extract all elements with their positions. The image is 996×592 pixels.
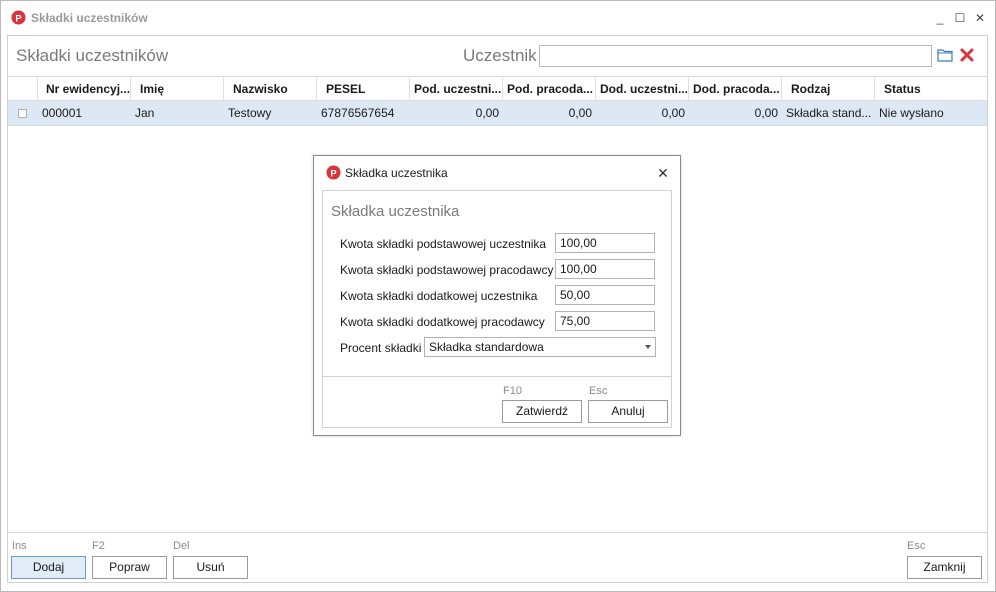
basic-participant-input[interactable] <box>555 233 655 253</box>
column-header-pesel[interactable]: PESEL <box>317 77 410 101</box>
basic-employer-label: Kwota składki podstawowej pracodawcy <box>340 263 554 277</box>
close-window-button[interactable]: ✕ <box>971 9 989 27</box>
cell-nr: 000001 <box>42 106 83 120</box>
minimize-button[interactable]: _ <box>931 9 949 27</box>
cell-additional-employer: 0,00 <box>754 106 778 120</box>
cell-type: Składka stand... <box>786 106 872 120</box>
contribution-dialog: P Składka uczestnika ✕ Składka uczestnik… <box>313 155 681 436</box>
column-header-first-name[interactable]: Imię <box>131 77 224 101</box>
close-button[interactable]: Zamknij <box>907 556 982 579</box>
column-header-last-name[interactable]: Nazwisko <box>224 77 317 101</box>
close-hotkey: Esc <box>907 540 926 552</box>
delete-button[interactable]: Usuń <box>173 556 248 579</box>
footer-divider <box>8 532 987 533</box>
window-title: Składki uczestników <box>31 11 148 25</box>
cell-last-name: Testowy <box>228 106 272 120</box>
participant-filter-input[interactable] <box>539 45 932 67</box>
column-header-type[interactable]: Rodzaj <box>782 77 875 101</box>
column-header-select[interactable] <box>8 77 38 101</box>
table-row[interactable]: 000001 Jan Testowy 67876567654 0,00 0,00… <box>8 101 987 126</box>
grid-header: Nr ewidencyj... Imię Nazwisko PESEL Pod.… <box>8 76 987 101</box>
column-header-basic-employer[interactable]: Pod. pracoda... <box>503 77 596 101</box>
dialog-heading: Składka uczestnika <box>331 203 460 220</box>
confirm-hotkey: F10 <box>503 385 522 397</box>
title-bar: P Składki uczestników _ ☐ ✕ <box>1 1 995 35</box>
percent-select-value: Składka standardowa <box>429 340 544 354</box>
dialog-logo-icon: P <box>326 165 341 180</box>
additional-participant-label: Kwota składki dodatkowej uczestnika <box>340 289 538 303</box>
participant-filter-label: Uczestnik <box>463 46 537 65</box>
svg-text:P: P <box>330 168 336 178</box>
percent-label: Procent składki <box>340 341 422 355</box>
cell-status: Nie wysłano <box>879 106 944 120</box>
cell-additional-participant: 0,00 <box>661 106 685 120</box>
column-header-nr[interactable]: Nr ewidencyj... <box>38 77 131 101</box>
basic-employer-input[interactable] <box>555 259 655 279</box>
add-button[interactable]: Dodaj <box>11 556 86 579</box>
app-logo-icon: P <box>11 10 26 25</box>
edit-hotkey: F2 <box>92 540 105 552</box>
dialog-title: Składka uczestnika <box>345 166 448 180</box>
dialog-close-icon[interactable]: ✕ <box>655 165 671 181</box>
basic-participant-label: Kwota składki podstawowej uczestnika <box>340 237 547 251</box>
confirm-button[interactable]: Zatwierdź <box>502 400 582 423</box>
dialog-body <box>322 190 672 428</box>
column-header-additional-employer[interactable]: Dod. pracoda... <box>689 77 782 101</box>
edit-button[interactable]: Popraw <box>92 556 167 579</box>
row-checkbox[interactable] <box>18 109 27 118</box>
cancel-hotkey: Esc <box>589 385 608 397</box>
additional-employer-input[interactable] <box>555 311 655 331</box>
cancel-button[interactable]: Anuluj <box>588 400 668 423</box>
maximize-button[interactable]: ☐ <box>951 9 969 27</box>
cell-pesel: 67876567654 <box>321 106 395 120</box>
add-hotkey: Ins <box>12 540 27 552</box>
cell-first-name: Jan <box>135 106 155 120</box>
cell-basic-employer: 0,00 <box>568 106 592 120</box>
clear-filter-icon[interactable] <box>959 47 975 63</box>
chevron-down-icon <box>645 345 651 349</box>
page-title: Składki uczestników <box>16 46 169 65</box>
dialog-divider <box>323 376 671 377</box>
folder-icon[interactable] <box>937 48 953 62</box>
percent-select[interactable]: Składka standardowa <box>424 337 656 357</box>
column-header-status[interactable]: Status <box>875 77 987 101</box>
column-header-basic-participant[interactable]: Pod. uczestni... <box>410 77 503 101</box>
svg-text:P: P <box>15 13 21 23</box>
cell-basic-participant: 0,00 <box>475 106 499 120</box>
additional-participant-input[interactable] <box>555 285 655 305</box>
additional-employer-label: Kwota składki dodatkowej pracodawcy <box>340 315 545 329</box>
column-header-additional-participant[interactable]: Dod. uczestni... <box>596 77 689 101</box>
delete-hotkey: Del <box>173 540 190 552</box>
